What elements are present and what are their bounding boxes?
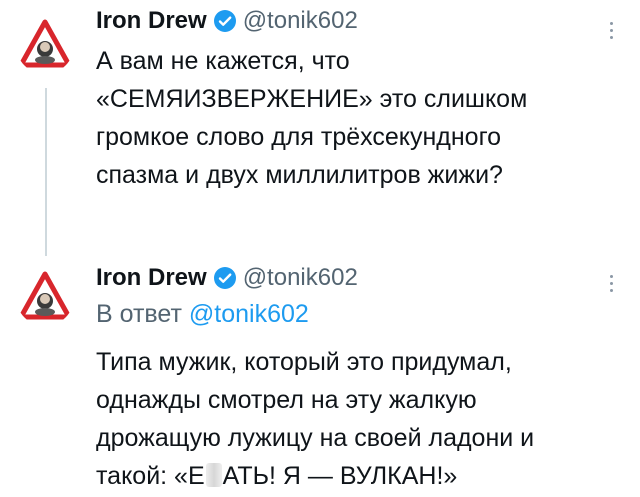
author-handle[interactable]: @tonik602 (243, 264, 358, 292)
more-options-icon[interactable] (601, 268, 621, 298)
author-handle[interactable]: @tonik602 (243, 7, 358, 35)
warning-sign-avatar-icon (18, 19, 72, 68)
tweet-text-segment: такой: «Е (96, 462, 205, 490)
tweet-line: «СЕМЯИЗВЕРЖЕНИЕ» это слишком (96, 85, 528, 113)
tweet-line: А вам не кажется, что (96, 47, 350, 75)
author-name[interactable]: Iron Drew (96, 264, 207, 292)
reply-prefix: В ответ (96, 300, 182, 328)
verified-badge-icon (213, 9, 237, 33)
censor-blur (205, 463, 222, 487)
warning-sign-avatar-icon (18, 271, 72, 320)
author-avatar[interactable] (16, 16, 74, 74)
tweet-line: громкое слово для трёхсекундного (96, 123, 502, 151)
tweet-line: Типа мужик, который это придумал, (96, 348, 512, 376)
tweet-line: однажды смотрел на эту жалкую (96, 386, 477, 414)
tweet-line: дрожащую лужицу на своей ладони и (96, 424, 535, 452)
verified-badge-icon (213, 266, 237, 290)
tweet-line: спазма и двух миллилитров жижи? (96, 161, 503, 189)
author-name[interactable]: Iron Drew (96, 7, 207, 35)
tweet-header: Iron Drew @tonik602 (96, 6, 358, 36)
tweet-line: такой: «Е АТЬ! Я — ВУЛКАН!» (96, 457, 457, 495)
reply-context: В ответ @tonik602 (96, 300, 309, 329)
reply-mention-link[interactable]: @tonik602 (189, 300, 309, 328)
more-options-icon[interactable] (601, 15, 621, 45)
tweet-header: Iron Drew @tonik602 (96, 263, 358, 293)
tweet-text-segment: АТЬ! Я — ВУЛКАН!» (222, 462, 458, 490)
thread-connector-line (45, 88, 47, 256)
author-avatar[interactable] (16, 268, 74, 326)
